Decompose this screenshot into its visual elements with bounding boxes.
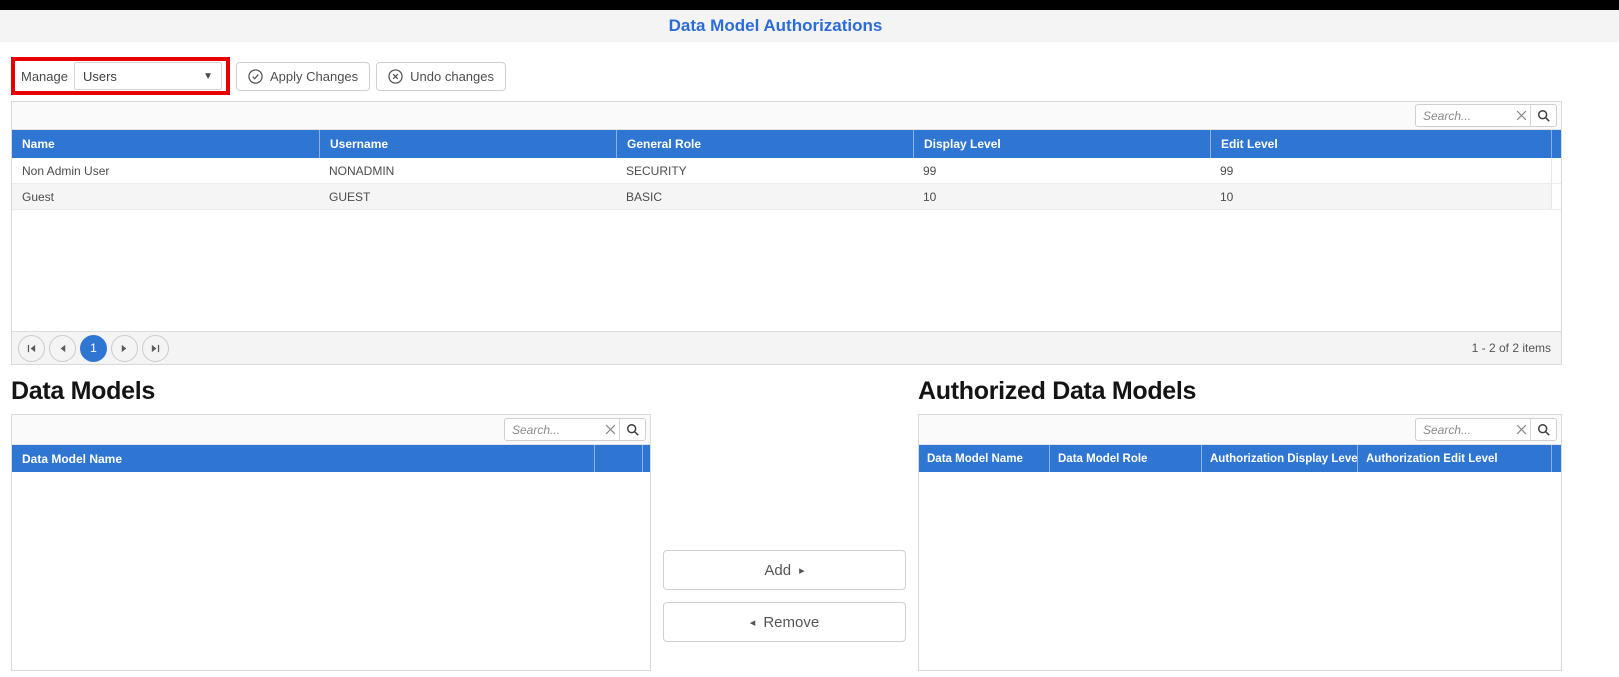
column-header-data-model-name[interactable]: Data Model Name: [12, 445, 594, 472]
column-header-display-level[interactable]: Display Level: [913, 130, 1210, 158]
cell-general-role: SECURITY: [616, 164, 913, 178]
authorized-toolbar: [919, 415, 1561, 445]
page-title: Data Model Authorizations: [669, 16, 883, 36]
transfer-buttons: Add ▸ ◂ Remove: [651, 372, 918, 671]
data-models-search: [504, 418, 646, 441]
cell-username: NONADMIN: [319, 164, 616, 178]
users-search-input[interactable]: [1416, 105, 1512, 126]
manage-label: Manage: [21, 69, 68, 84]
pager-next-button[interactable]: [111, 335, 138, 362]
chevron-down-icon: ▼: [203, 71, 213, 82]
top-black-bar: [0, 0, 1619, 10]
users-grid-toolbar: [12, 102, 1561, 130]
data-models-section: Data Models Data Model Name: [11, 372, 651, 671]
authorized-grid-body: [919, 472, 1561, 670]
grid-empty-area: [12, 210, 1561, 331]
data-models-toolbar: [12, 415, 650, 445]
column-header-general-role[interactable]: General Role: [616, 130, 913, 158]
data-models-grid-body: [12, 472, 650, 670]
authorized-data-models-heading: Authorized Data Models: [918, 372, 1562, 414]
data-models-grid-header: Data Model Name: [12, 445, 650, 472]
cell-edit-level: 10: [1210, 190, 1551, 204]
apply-changes-label: Apply Changes: [270, 69, 358, 84]
undo-changes-label: Undo changes: [410, 69, 494, 84]
column-header-name[interactable]: Name: [12, 130, 319, 158]
users-grid-pager: 1 1 - 2 of 2 items: [12, 331, 1561, 364]
column-header-data-model-role[interactable]: Data Model Role: [1049, 445, 1201, 472]
x-circle-icon: [388, 69, 403, 84]
undo-changes-button[interactable]: Undo changes: [376, 62, 506, 91]
pager-last-button[interactable]: [142, 335, 169, 362]
pager-prev-button[interactable]: [49, 335, 76, 362]
check-circle-icon: [248, 69, 263, 84]
row-gutter: [1551, 158, 1561, 183]
cell-name: Guest: [12, 190, 319, 204]
manage-toolbar: Manage Users ▼ Apply Changes Undo change…: [11, 57, 1562, 95]
search-icon[interactable]: [1530, 105, 1556, 126]
remove-button[interactable]: ◂ Remove: [663, 602, 906, 642]
column-header-empty: [594, 445, 642, 472]
column-header-username[interactable]: Username: [319, 130, 616, 158]
users-search: [1415, 104, 1557, 127]
search-icon[interactable]: [1530, 419, 1556, 440]
clear-search-icon[interactable]: [1512, 424, 1530, 435]
cell-display-level: 10: [913, 190, 1210, 204]
row-gutter: [1551, 184, 1561, 209]
data-models-heading: Data Models: [11, 372, 651, 414]
clear-search-icon[interactable]: [601, 424, 619, 435]
annotation-highlight-red: Manage Users ▼: [11, 57, 230, 95]
authorized-grid-header: Data Model Name Data Model Role Authoriz…: [919, 445, 1561, 472]
lower-section: Data Models Data Model Name: [11, 372, 1562, 671]
pager-first-button[interactable]: [18, 335, 45, 362]
header-gutter: [642, 445, 650, 472]
cell-display-level: 99: [913, 164, 1210, 178]
users-grid-header: Name Username General Role Display Level…: [12, 130, 1561, 158]
cell-name: Non Admin User: [12, 164, 319, 178]
data-models-grid: Data Model Name: [11, 414, 651, 671]
column-header-data-model-name[interactable]: Data Model Name: [919, 445, 1049, 472]
cell-username: GUEST: [319, 190, 616, 204]
authorized-search-input[interactable]: [1416, 419, 1512, 440]
authorized-search: [1415, 418, 1557, 441]
users-grid: Name Username General Role Display Level…: [11, 101, 1562, 365]
add-button-label: Add: [764, 562, 791, 579]
pager-summary: 1 - 2 of 2 items: [1472, 341, 1551, 355]
main-content: Manage Users ▼ Apply Changes Undo change…: [0, 57, 1562, 671]
data-models-search-input[interactable]: [505, 419, 601, 440]
add-button[interactable]: Add ▸: [663, 550, 906, 590]
manage-select[interactable]: Users ▼: [74, 62, 222, 90]
header-gutter: [1551, 130, 1561, 158]
table-row-non-admin-user[interactable]: Non Admin User NONADMIN SECURITY 99 99: [12, 158, 1561, 184]
page-header: Data Model Authorizations: [0, 10, 1619, 42]
column-header-authorization-display-level[interactable]: Authorization Display Level: [1201, 445, 1357, 472]
manage-select-value: Users: [83, 69, 203, 84]
pager-page-1-button[interactable]: 1: [80, 335, 107, 362]
apply-changes-button[interactable]: Apply Changes: [236, 62, 370, 91]
column-header-authorization-edit-level[interactable]: Authorization Edit Level: [1357, 445, 1551, 472]
cell-general-role: BASIC: [616, 190, 913, 204]
column-header-edit-level[interactable]: Edit Level: [1210, 130, 1551, 158]
pager-buttons: 1: [18, 335, 169, 362]
arrow-left-icon: ◂: [750, 616, 756, 629]
authorized-data-models-section: Authorized Data Models Data Model Name: [918, 372, 1562, 671]
cell-edit-level: 99: [1210, 164, 1551, 178]
authorized-data-models-grid: Data Model Name Data Model Role Authoriz…: [918, 414, 1562, 671]
arrow-right-icon: ▸: [799, 564, 805, 577]
table-row-guest[interactable]: Guest GUEST BASIC 10 10: [12, 184, 1561, 210]
remove-button-label: Remove: [763, 614, 819, 631]
header-gutter: [1551, 445, 1561, 472]
clear-search-icon[interactable]: [1512, 110, 1530, 121]
search-icon[interactable]: [619, 419, 645, 440]
